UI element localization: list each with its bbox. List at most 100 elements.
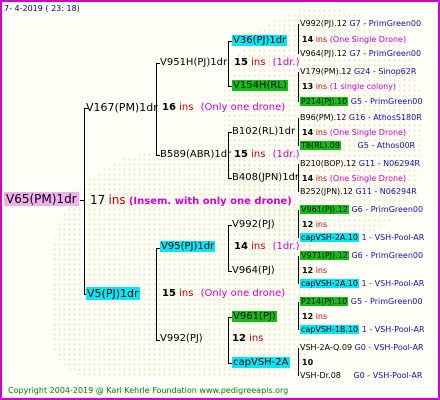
gen4-node[interactable]: B210(BOP).12 G11 - N06294R <box>300 159 420 168</box>
gen4-node[interactable]: B96(PM).12 G16 - AthosS180R <box>300 113 422 122</box>
gen4-node[interactable]: capVSH-1B.10 1 - VSH-Pool-AR <box>300 325 425 334</box>
node-code: G7 - PrimGreen00 <box>349 49 422 58</box>
node-code: G16 - AthosS180R <box>348 113 422 122</box>
gen1-node[interactable]: V5(PJ)1dr <box>86 287 140 300</box>
gen4-node[interactable]: VSH-Dr.08 G0 - VSH-Pool-AR <box>300 371 422 380</box>
gen4-node[interactable]: V971(PJ).12 G6 - PrimGreen00 <box>300 251 423 260</box>
gen3-node[interactable]: capVSH-2A <box>232 357 290 368</box>
node-code: G24 - Sinop62R <box>353 67 417 76</box>
gen4-node[interactable]: B252(JPN).12 G11 - N06294R <box>300 187 417 196</box>
node-name[interactable]: B589(ABR)1dr <box>160 149 231 160</box>
node-name[interactable]: T8(RL).09 <box>300 141 341 150</box>
gen3-node[interactable]: V154H(RL) <box>232 80 288 91</box>
node-name[interactable]: V961(PJ).12 <box>300 205 349 214</box>
gen1-node[interactable]: V167(PM)1dr <box>86 101 158 114</box>
gen2-node[interactable]: V992(PJ) <box>160 333 203 344</box>
node-code: 1 - VSH-Pool-AR <box>361 325 425 334</box>
node-name[interactable]: B210(BOP).12 <box>300 159 356 168</box>
node-name[interactable]: VSH-2A-Q.09 <box>300 343 352 352</box>
node-name[interactable]: V167(PM)1dr <box>86 101 158 114</box>
gen4-node[interactable]: capVSH-2A.10 1 - VSH-Pool-AR <box>300 233 424 242</box>
node-name[interactable]: V992(PJ) <box>232 219 275 230</box>
root-name[interactable]: V65(PM)1dr <box>4 192 79 206</box>
gen4-node[interactable]: P214(PJ).10 G5 - PrimGreen00 <box>300 97 422 106</box>
ins-count: 10 <box>302 358 314 367</box>
connector <box>298 302 299 330</box>
node-name[interactable]: V5(PJ)1dr <box>86 287 140 300</box>
connector <box>228 317 229 363</box>
node-code: G7 - PrimGreen00 <box>349 19 422 28</box>
node-code: 1 - VSH-Pool-AR <box>361 279 425 288</box>
gen1-ins: 15 ins (Only one drone) <box>162 288 285 299</box>
node-name[interactable]: V961(PJ) <box>232 311 277 322</box>
node-name[interactable]: V964(PJ) <box>232 265 275 276</box>
node-name[interactable]: capVSH-2A.10 <box>300 279 359 288</box>
node-code: G5 - PrimGreen00 <box>350 297 423 306</box>
gen3-node[interactable]: V964(PJ) <box>232 265 275 276</box>
gen3-node[interactable]: V36(PJ)1dr <box>232 35 288 46</box>
gen3-ins: 12 ins <box>302 312 327 321</box>
gen2-node[interactable]: B589(ABR)1dr <box>160 149 231 160</box>
ins-note: (1dr.) <box>272 149 300 160</box>
gen4-node[interactable]: V964(PJ).12 G7 - PrimGreen00 <box>300 49 421 58</box>
node-code: 1 - VSH-Pool-AR <box>361 233 425 242</box>
node-name[interactable]: P214(PJ).10 <box>300 97 349 106</box>
node-name[interactable]: B408(JPN)1dr <box>232 172 299 183</box>
ins-count: 15 <box>234 57 248 68</box>
gen3-node[interactable]: B408(JPN)1dr <box>232 172 299 183</box>
ins-note: (Only one drone) <box>200 102 286 113</box>
node-name[interactable]: capVSH-1B.10 <box>300 325 360 334</box>
node-name[interactable]: V992(PJ).12 <box>300 19 347 28</box>
gen4-node[interactable]: V179(PM).12 G24 - Sinop62R <box>300 67 416 76</box>
connector <box>298 72 299 102</box>
gen2-node[interactable]: V95(PJ)1dr <box>160 241 216 252</box>
node-name[interactable]: V179(PM).12 <box>300 67 351 76</box>
gen4-node[interactable]: V961(PJ).12 G6 - PrimGreen00 <box>300 205 423 214</box>
node-name[interactable]: VSH-Dr.08 <box>300 371 341 380</box>
node-code: G6 - PrimGreen00 <box>351 251 424 260</box>
gen4-node[interactable]: VSH-2A-Q.09 G0 - VSH-Pool-AR <box>300 343 424 352</box>
node-name[interactable]: V971(PJ).12 <box>300 251 349 260</box>
gen2-ins: 14 ins (1dr.) <box>234 241 300 252</box>
node-name[interactable]: V95(PJ)1dr <box>160 241 216 252</box>
gen4-node[interactable]: V992(PJ).12 G7 - PrimGreen00 <box>300 19 421 28</box>
node-name[interactable]: P214(PJ).10 <box>300 297 349 306</box>
node-name[interactable]: B252(JPN).12 <box>300 187 353 196</box>
node-name[interactable]: capVSH-2A.10 <box>300 233 359 242</box>
node-name[interactable]: B96(PM).12 <box>300 113 346 122</box>
gen3-node[interactable]: V992(PJ) <box>232 219 275 230</box>
gen1-ins: 16 ins (Only one drone) <box>162 102 285 113</box>
connector <box>84 108 85 294</box>
node-code: G5 - PrimGreen00 <box>350 97 423 106</box>
gen4-node[interactable]: P214(PJ).10 G5 - PrimGreen00 <box>300 297 422 306</box>
ins-label: ins <box>108 193 126 207</box>
node-name[interactable]: B102(RL)1dr <box>232 126 295 137</box>
gen2-ins: 15 ins (1dr.) <box>234 149 300 160</box>
node-name[interactable]: V964(PJ).12 <box>300 49 347 58</box>
gen3-ins: 14 ins (One Single Drone) <box>302 128 406 137</box>
connector <box>298 256 299 284</box>
ins-count: 15 <box>234 149 248 160</box>
gen3-ins: 13 ins (1 single colony) <box>302 82 396 91</box>
node-name[interactable]: V154H(RL) <box>232 80 288 91</box>
node-name[interactable]: V36(PJ)1dr <box>232 35 288 46</box>
root-node[interactable]: V65(PM)1dr <box>4 192 79 206</box>
connector <box>228 225 229 271</box>
node-name[interactable]: capVSH-2A <box>232 357 290 368</box>
node-code: G6 - PrimGreen00 <box>351 205 424 214</box>
ins-count: 12 <box>302 266 314 275</box>
gen3-node[interactable]: B102(RL)1dr <box>232 126 295 137</box>
copyright-footer: Copyright 2004-2019 @ Karl Kehrle Founda… <box>8 386 289 395</box>
node-code: G0 - VSH-Pool-AR <box>353 371 423 380</box>
ins-label: ins <box>251 241 266 252</box>
gen4-node[interactable]: T8(RL).09 G5 - Athos00R <box>300 141 415 150</box>
ins-count: 12 <box>302 220 314 229</box>
node-name[interactable]: V951H(PJ)1dr <box>160 57 227 68</box>
gen4-node[interactable]: capVSH-2A.10 1 - VSH-Pool-AR <box>300 279 424 288</box>
connector <box>298 348 299 376</box>
ins-note: (1 single colony) <box>329 82 397 91</box>
gen2-node[interactable]: V951H(PJ)1dr <box>160 57 227 68</box>
ins-count: 14 <box>302 35 314 44</box>
gen3-node[interactable]: V961(PJ) <box>232 311 277 322</box>
node-name[interactable]: V992(PJ) <box>160 333 203 344</box>
